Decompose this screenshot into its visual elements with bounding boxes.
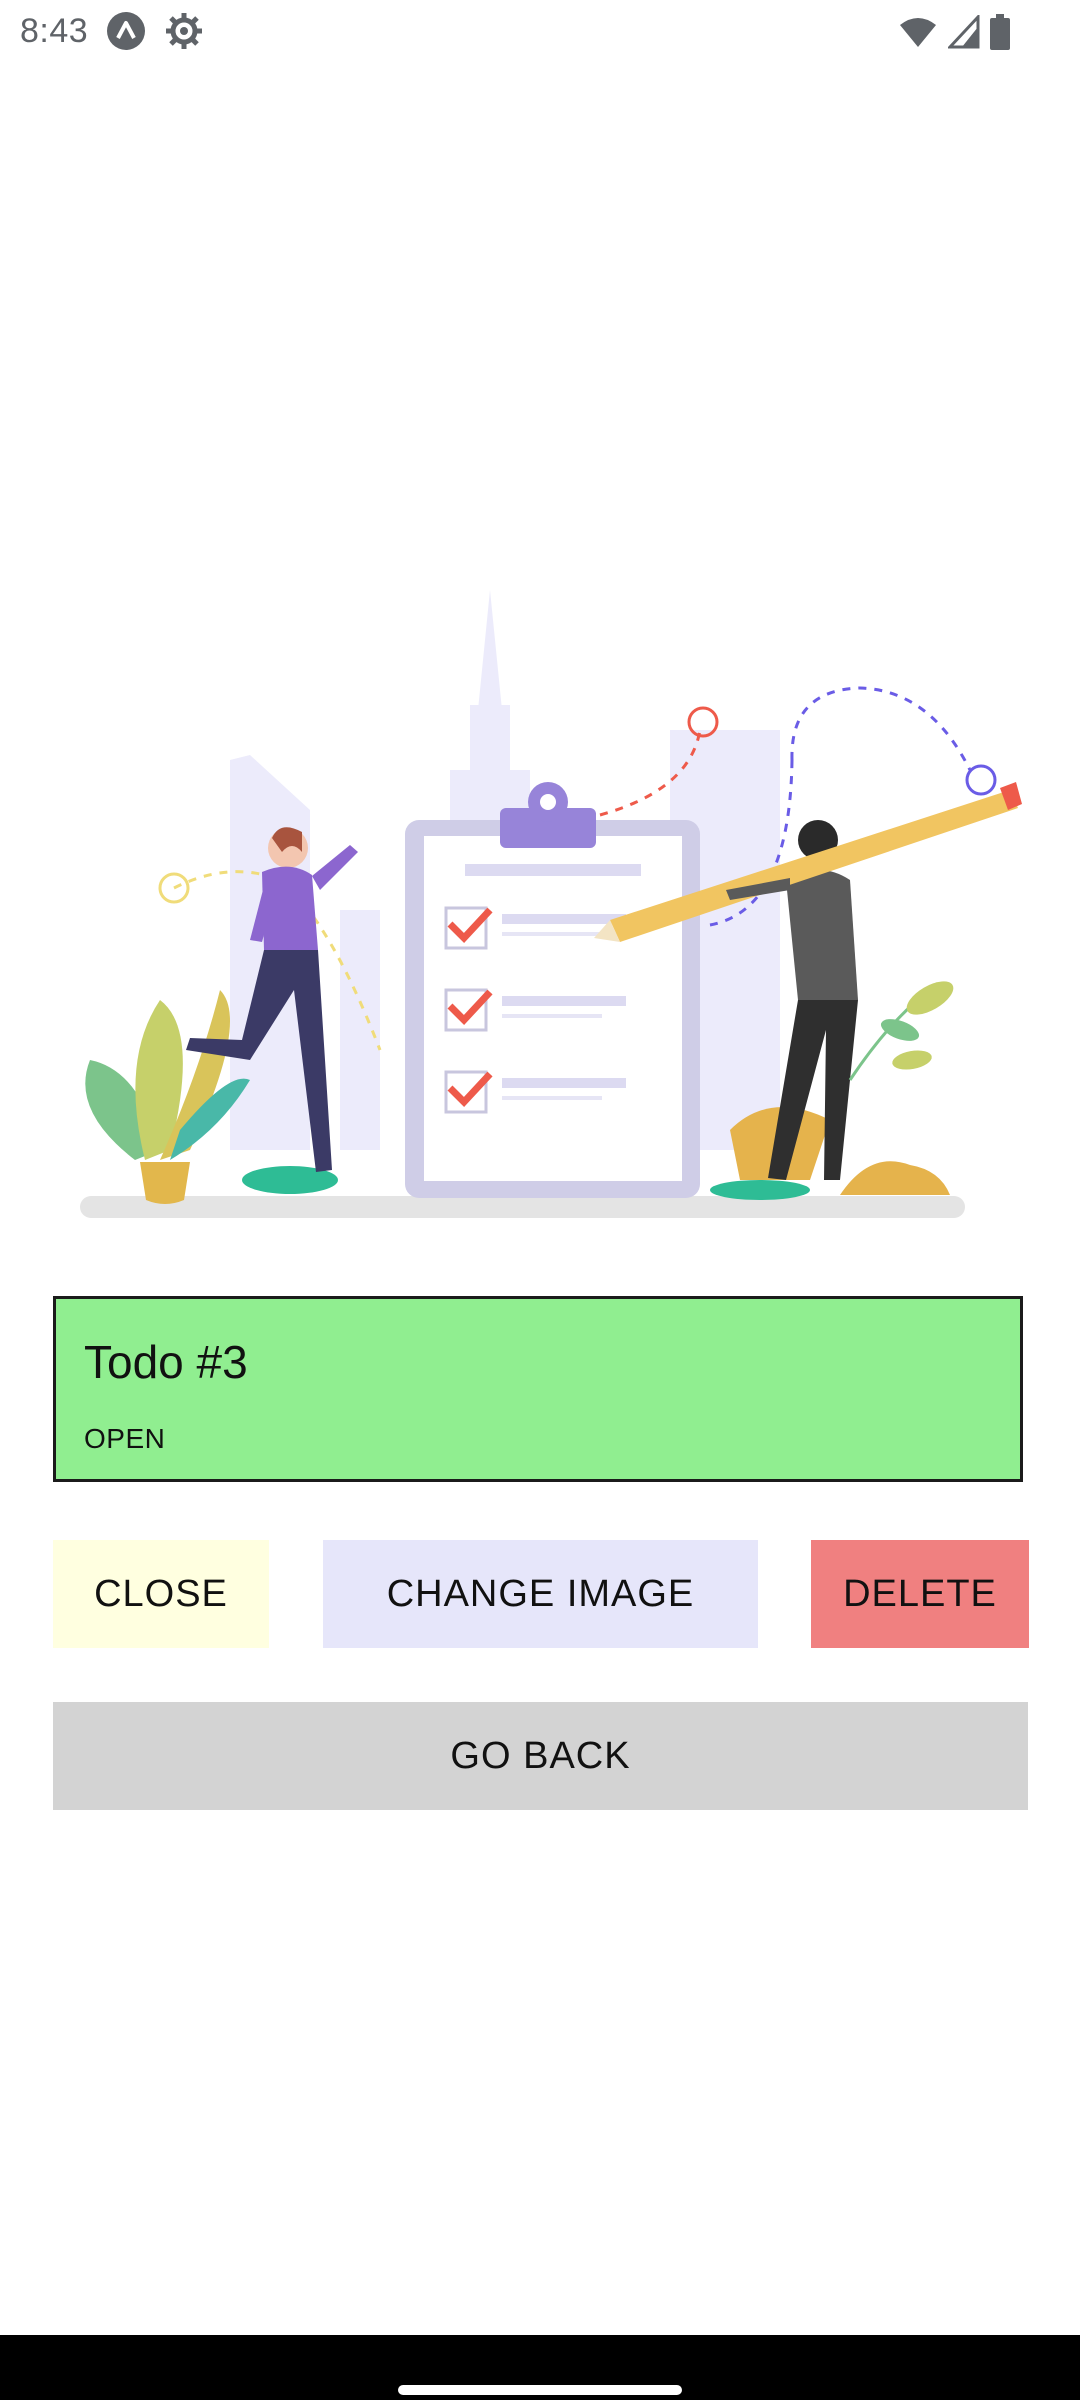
todo-title: Todo #3 [84,1336,248,1388]
wifi-icon [900,18,936,47]
app-notification-icon [107,12,145,50]
change-image-button[interactable]: CHANGE IMAGE [323,1540,758,1648]
close-button[interactable]: CLOSE [53,1540,269,1648]
settings-gear-icon [166,13,202,49]
home-gesture-handle[interactable] [398,2385,682,2395]
battery-icon [990,14,1010,50]
status-bar: 8:43 [0,0,1080,64]
cellular-signal-icon [948,15,980,49]
delete-button[interactable]: DELETE [811,1540,1029,1648]
todo-card: Todo #3 OPEN [53,1296,1023,1482]
go-back-button[interactable]: GO BACK [53,1702,1028,1810]
todo-checklist-illustration [80,590,1022,1218]
todo-status: OPEN [84,1423,166,1454]
status-time: 8:43 [20,12,89,50]
status-icons [898,12,1010,52]
